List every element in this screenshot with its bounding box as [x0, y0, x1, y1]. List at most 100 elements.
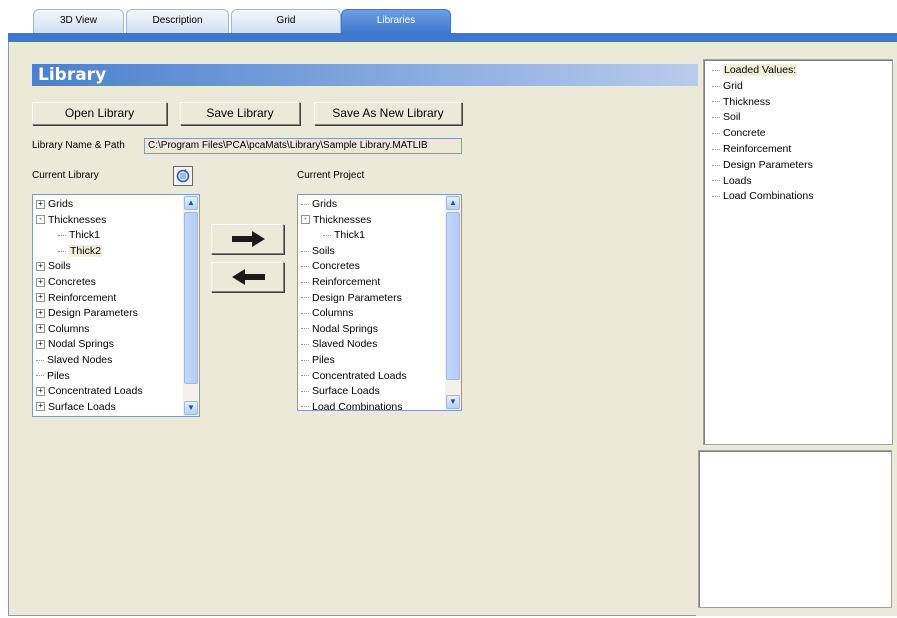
tree-item[interactable]: Nodal Springs [301, 322, 443, 338]
tree-item-label: Reinforcement [723, 142, 792, 155]
tree-item-label: Slaved Nodes [47, 353, 113, 366]
tree-item[interactable]: Loaded Values: [712, 63, 813, 79]
current-library-tree[interactable]: + Grids - Thicknesses Thick1 Thick2 + Soils + Con… [32, 194, 200, 417]
library-path-field[interactable]: C:\Program Files\PCA\pcaMats\Library\Sam… [144, 138, 462, 154]
tree-item-label: Load Combinations [723, 190, 814, 203]
tree-item[interactable]: Reinforcement [712, 142, 813, 158]
tree-item[interactable]: + Concentrated Loads [36, 384, 181, 400]
tab-description[interactable]: Description [126, 9, 229, 33]
tree-item-label: Design Parameters [312, 291, 402, 304]
tab-libraries[interactable]: Libraries [341, 9, 451, 33]
copy-to-library-button[interactable] [211, 262, 284, 292]
current-project-scrollbar[interactable]: ▲ ▼ [445, 195, 461, 410]
tree-line [301, 328, 309, 330]
tree-item[interactable]: + Soils [36, 259, 181, 275]
tree-item[interactable]: Loads [712, 174, 813, 190]
tree-line [323, 234, 331, 236]
collapse-icon[interactable]: - [301, 215, 310, 225]
scroll-down-icon[interactable]: ▼ [446, 395, 460, 409]
tree-item[interactable]: + Grids [36, 197, 181, 213]
tree-item[interactable]: + Reinforcement [36, 291, 181, 307]
tree-item[interactable]: Thickness [712, 95, 813, 111]
scroll-thumb[interactable] [446, 212, 460, 380]
tree-item[interactable]: Columns [301, 306, 443, 322]
tree-item[interactable]: Soil [712, 110, 813, 126]
tree-item[interactable]: + Design Parameters [36, 306, 181, 322]
tree-item-label: Thick1 [334, 229, 365, 242]
tree-item[interactable]: Slaved Nodes [36, 353, 181, 369]
open-library-button[interactable]: Open Library [32, 102, 167, 125]
tree-item[interactable]: - Thicknesses [301, 213, 443, 229]
tree-item-label: Surface Loads [312, 385, 380, 398]
tree-item[interactable]: Concentrated Loads [301, 369, 443, 385]
tree-item[interactable]: Thick1 [301, 228, 443, 244]
tree-line [712, 117, 720, 119]
expand-icon[interactable]: + [36, 262, 45, 272]
refresh-button[interactable] [173, 166, 193, 186]
tree-item[interactable]: Load Combinations [301, 400, 443, 411]
tree-item[interactable]: + Surface Loads [36, 400, 181, 416]
tree-item[interactable]: Grid [712, 79, 813, 95]
tree-line [712, 132, 720, 134]
expand-icon[interactable]: + [36, 277, 45, 287]
tree-item[interactable]: Concrete [712, 126, 813, 142]
scroll-up-icon[interactable]: ▲ [446, 196, 460, 210]
expand-icon[interactable]: + [36, 386, 45, 396]
scroll-up-icon[interactable]: ▲ [184, 196, 198, 210]
tree-item[interactable]: Soils [301, 244, 443, 260]
tree-item[interactable]: Slaved Nodes [301, 337, 443, 353]
save-library-button[interactable]: Save Library [180, 102, 300, 125]
details-box[interactable] [698, 450, 892, 608]
tree-item[interactable]: Load Combinations [712, 189, 813, 205]
tab-3d-view[interactable]: 3D View [33, 9, 124, 33]
tree-item[interactable]: - Thicknesses [36, 213, 181, 229]
copy-to-project-button[interactable] [211, 224, 284, 254]
tree-line [301, 281, 309, 283]
tree-item[interactable]: Design Parameters [301, 291, 443, 307]
tree-item[interactable]: Concretes [301, 259, 443, 275]
tree-line [301, 390, 309, 392]
tree-line [301, 406, 309, 408]
tree-line [301, 266, 309, 268]
current-library-scrollbar[interactable]: ▲ ▼ [183, 195, 199, 416]
expand-icon[interactable]: + [36, 402, 45, 412]
tree-line [712, 196, 720, 198]
tree-item[interactable]: Grids [301, 197, 443, 213]
arrow-left-icon [232, 269, 265, 285]
tree-item[interactable]: Piles [36, 369, 181, 385]
scroll-thumb[interactable] [184, 212, 198, 384]
tree-item-label: Thick2 [69, 244, 102, 257]
tree-item-label: Design Parameters [723, 158, 813, 171]
save-as-new-library-button[interactable]: Save As New Library [314, 102, 462, 125]
tree-item[interactable]: Piles [301, 353, 443, 369]
expand-icon[interactable]: + [36, 293, 45, 303]
tree-item[interactable]: Reinforcement [301, 275, 443, 291]
tree-item-label: Piles [47, 369, 70, 382]
tree-item-label: Grids [312, 198, 338, 210]
tree-item[interactable]: Thick1 [36, 228, 181, 244]
expand-icon[interactable]: + [36, 340, 45, 350]
tree-item[interactable]: Design Parameters [712, 158, 813, 174]
tree-item-label: Concentrated Loads [48, 385, 143, 398]
tree-line [36, 375, 44, 377]
expand-icon[interactable]: + [36, 324, 45, 334]
collapse-icon[interactable]: - [36, 215, 45, 225]
scroll-down-icon[interactable]: ▼ [184, 401, 198, 415]
library-title: Library [38, 65, 107, 85]
tree-item[interactable]: Thick2 [36, 244, 181, 260]
tab-grid[interactable]: Grid [231, 9, 341, 33]
tree-line [712, 180, 720, 182]
tree-item-label: Loaded Values: [723, 64, 798, 76]
loaded-values-tree[interactable]: Loaded Values: Grid Thickness Soil Concrete R… [703, 59, 893, 445]
tree-item-label: Load Combinations [312, 400, 403, 411]
tree-line [58, 234, 66, 236]
tree-item[interactable]: + Nodal Springs [36, 337, 181, 353]
expand-icon[interactable]: + [36, 308, 45, 318]
current-project-tree[interactable]: Grids - Thicknesses Thick1 Soils Concretes Rei… [297, 194, 462, 411]
tree-item-label: Grid [723, 79, 743, 92]
current-project-tree-items: Grids - Thicknesses Thick1 Soils Concretes Rei… [301, 197, 443, 411]
expand-icon[interactable]: + [36, 199, 45, 209]
tree-item[interactable]: + Columns [36, 322, 181, 338]
tree-item[interactable]: Surface Loads [301, 384, 443, 400]
tree-item[interactable]: + Concretes [36, 275, 181, 291]
